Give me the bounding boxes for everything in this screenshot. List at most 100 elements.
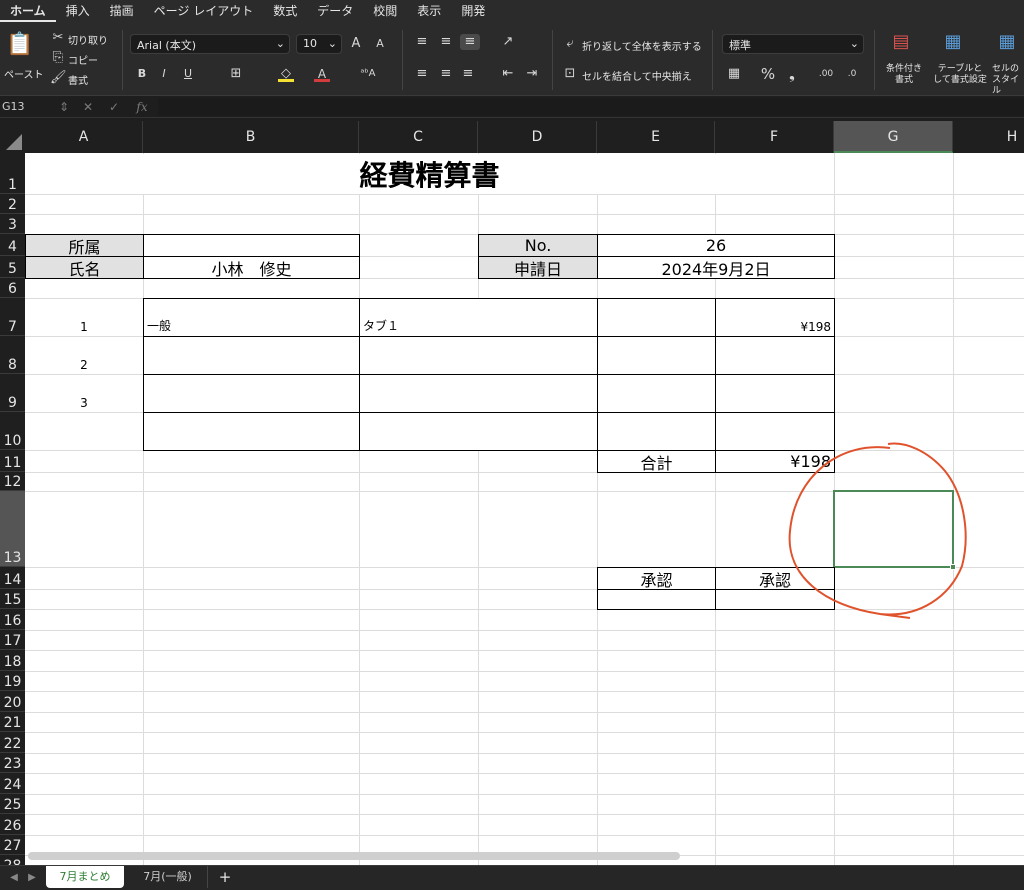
cancel-icon[interactable]: ✕: [80, 99, 96, 115]
approval-label-1[interactable]: 承認: [597, 567, 716, 590]
dept-value[interactable]: [143, 234, 360, 257]
row-header-7[interactable]: 7: [0, 298, 25, 336]
comma-style-icon[interactable]: ❟: [784, 66, 800, 82]
prev-sheet-icon[interactable]: ◀: [6, 870, 22, 886]
tab-insert[interactable]: 挿入: [56, 0, 100, 22]
next-sheet-icon[interactable]: ▶: [24, 870, 40, 886]
align-center-icon[interactable]: ≡: [438, 66, 454, 82]
total-label[interactable]: 合計: [597, 450, 716, 473]
format-painter-label[interactable]: 書式: [68, 72, 88, 87]
tab-draw[interactable]: 描画: [100, 0, 144, 22]
row-header-1[interactable]: 1: [0, 153, 25, 194]
format-as-table-label[interactable]: テーブルと して書式設定: [932, 64, 988, 86]
phonetic-icon[interactable]: ᵃᵇA: [360, 66, 376, 82]
tab-developer[interactable]: 開発: [451, 0, 495, 22]
tab-page-layout[interactable]: ページ レイアウト: [144, 0, 264, 22]
formula-input[interactable]: [158, 98, 1024, 116]
column-header-h[interactable]: H: [953, 121, 1024, 153]
row-header-18[interactable]: 18: [0, 650, 25, 671]
item-category[interactable]: 一般: [143, 298, 360, 337]
enter-icon[interactable]: ✓: [106, 99, 122, 115]
wrap-text-icon[interactable]: ⤶: [562, 36, 578, 52]
column-header-e[interactable]: E: [597, 121, 715, 153]
row-header-8[interactable]: 8: [0, 336, 25, 374]
align-top-icon[interactable]: ≡: [414, 34, 430, 50]
item-category[interactable]: [143, 374, 360, 413]
row-header-6[interactable]: 6: [0, 278, 25, 298]
item-extra[interactable]: [597, 298, 716, 337]
item-number[interactable]: 1: [25, 298, 143, 336]
no-value[interactable]: 26: [597, 234, 835, 257]
scissors-icon[interactable]: ✂: [50, 30, 66, 46]
align-right-icon[interactable]: ≡: [460, 66, 476, 82]
tab-review[interactable]: 校閲: [363, 0, 407, 22]
row-header-12[interactable]: 12: [0, 472, 25, 491]
align-bottom-icon[interactable]: ≡: [460, 34, 480, 50]
row-header-9[interactable]: 9: [0, 374, 25, 412]
decrease-font-icon[interactable]: A: [372, 36, 388, 52]
increase-indent-icon[interactable]: ⇥: [524, 66, 540, 82]
row-header-28[interactable]: 28: [0, 855, 25, 865]
conditional-format-label[interactable]: 条件付き 書式: [884, 64, 924, 86]
row-header-20[interactable]: 20: [0, 691, 25, 712]
font-name-select[interactable]: Arial (本文) ⌄: [130, 34, 290, 54]
approval-stamp-1[interactable]: [597, 589, 716, 610]
item-extra[interactable]: [597, 412, 716, 451]
item-category[interactable]: [143, 412, 360, 451]
row-header-10[interactable]: 10: [0, 412, 25, 450]
row-header-5[interactable]: 5: [0, 256, 25, 278]
sheet-tab-july-general[interactable]: 7月(一般): [128, 866, 208, 888]
column-header-a[interactable]: A: [25, 121, 143, 153]
paste-icon[interactable]: 📋: [6, 32, 33, 58]
add-sheet-button[interactable]: +: [212, 866, 238, 888]
item-tab[interactable]: [359, 412, 598, 451]
sheet-tab-july-summary[interactable]: 7月まとめ: [46, 866, 124, 888]
font-color-icon[interactable]: A: [314, 66, 330, 82]
item-tab[interactable]: タブ１: [359, 298, 598, 337]
row-header-2[interactable]: 2: [0, 194, 25, 214]
underline-icon[interactable]: U: [180, 66, 196, 82]
item-number[interactable]: 3: [25, 374, 143, 412]
row-header-15[interactable]: 15: [0, 589, 25, 609]
cell-styles-icon[interactable]: ▦: [994, 33, 1020, 56]
date-value[interactable]: 2024年9月2日: [597, 256, 835, 279]
sheet-title[interactable]: 経費精算書: [25, 154, 834, 194]
row-header-11[interactable]: 11: [0, 450, 25, 472]
item-tab[interactable]: [359, 336, 598, 375]
increase-decimal-icon[interactable]: .00: [818, 66, 834, 82]
item-amount[interactable]: ¥198: [715, 298, 835, 337]
copy-label[interactable]: コピー: [68, 52, 98, 67]
decrease-decimal-icon[interactable]: .0: [844, 66, 860, 82]
item-amount[interactable]: [715, 374, 835, 413]
cut-label[interactable]: 切り取り: [68, 32, 108, 47]
dept-label[interactable]: 所属: [25, 234, 144, 257]
column-header-f[interactable]: F: [715, 121, 834, 153]
decrease-indent-icon[interactable]: ⇤: [500, 66, 516, 82]
item-extra[interactable]: [597, 336, 716, 375]
format-painter-icon[interactable]: 🖌: [50, 70, 67, 86]
font-size-select[interactable]: 10 ⌄: [296, 34, 342, 54]
row-header-23[interactable]: 23: [0, 753, 25, 773]
tab-home[interactable]: ホーム: [0, 0, 56, 22]
row-header-24[interactable]: 24: [0, 773, 25, 794]
orientation-icon[interactable]: ↗: [500, 34, 516, 50]
name-value[interactable]: 小林 修史: [143, 256, 360, 279]
name-label[interactable]: 氏名: [25, 256, 144, 279]
item-amount[interactable]: [715, 336, 835, 375]
no-label[interactable]: No.: [478, 234, 598, 257]
name-box-stepper-icon[interactable]: ⇕: [56, 99, 72, 115]
increase-font-icon[interactable]: A: [348, 36, 364, 52]
column-header-c[interactable]: C: [359, 121, 478, 153]
format-as-table-icon[interactable]: ▦: [940, 33, 966, 56]
cell-styles-label[interactable]: セルの スタイル: [992, 64, 1024, 97]
borders-icon[interactable]: ⊞: [228, 66, 244, 82]
tab-formulas[interactable]: 数式: [263, 0, 307, 22]
merge-center-icon[interactable]: ⊡: [562, 66, 578, 82]
row-header-21[interactable]: 21: [0, 712, 25, 732]
item-category[interactable]: [143, 336, 360, 375]
item-number[interactable]: 2: [25, 336, 143, 374]
row-header-25[interactable]: 25: [0, 794, 25, 814]
date-label[interactable]: 申請日: [478, 256, 598, 279]
function-icon[interactable]: fx: [134, 99, 150, 115]
bold-icon[interactable]: B: [134, 66, 150, 82]
